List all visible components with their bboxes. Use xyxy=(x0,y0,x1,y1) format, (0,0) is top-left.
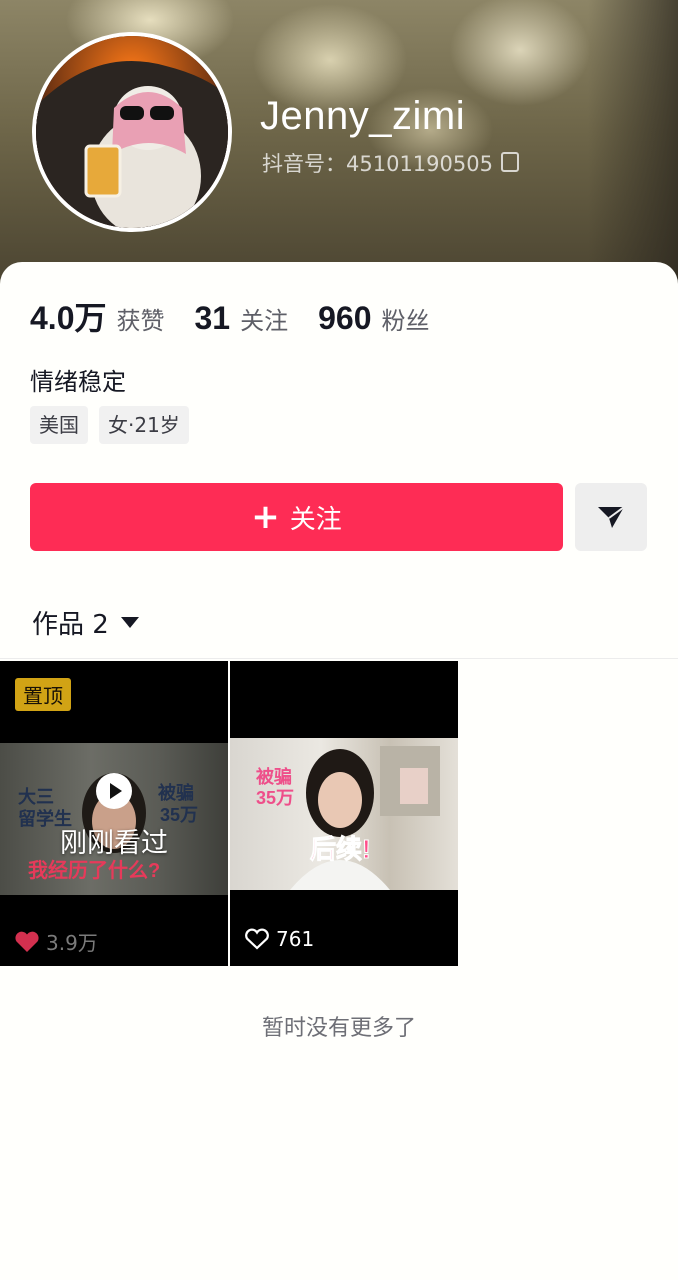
bio: 情绪稳定 xyxy=(30,368,126,396)
video-thumbnail: 被骗 35万 后续! xyxy=(230,738,458,890)
plus-icon: + xyxy=(251,497,280,537)
heart-outline-icon xyxy=(245,928,269,950)
thumbnail-art: 被骗 35万 后续! xyxy=(256,746,440,890)
works-grid: 大三 留学生 被骗 35万 我经历了什么? 置顶 刚刚看过 3.9万 被骗 35… xyxy=(0,661,458,966)
stat-following-label: 关注 xyxy=(240,307,289,335)
video-likes: 3.9万 xyxy=(14,927,98,956)
stats-row: 4.0万 获赞 31 关注 960 粉丝 xyxy=(30,293,459,339)
follow-label: 关注 xyxy=(289,504,342,535)
heart-filled-icon xyxy=(15,931,39,952)
message-button[interactable] xyxy=(575,483,647,551)
pinned-badge: 置顶 xyxy=(15,678,71,711)
thumbnail-art: 大三 留学生 被骗 35万 我经历了什么? xyxy=(18,773,198,882)
douyin-id[interactable]: 抖音号：45101190505 xyxy=(262,148,519,178)
banner-shade xyxy=(588,0,678,290)
stat-likes-count: 4.0万 xyxy=(30,300,107,336)
stat-following-count: 31 xyxy=(194,300,231,336)
stat-likes[interactable]: 4.0万 获赞 xyxy=(30,293,165,339)
copy-icon[interactable] xyxy=(500,152,519,172)
stat-followers[interactable]: 960 粉丝 xyxy=(318,300,429,337)
stat-likes-label: 获赞 xyxy=(116,307,165,335)
caret-down-icon xyxy=(120,617,139,628)
thumb-text: 我经历了什么? xyxy=(28,858,160,882)
stat-followers-label: 粉丝 xyxy=(381,307,430,335)
thumb-text: 35万 xyxy=(256,788,294,808)
tag-gender-age: 女·21岁 xyxy=(99,406,189,444)
tab-divider xyxy=(0,658,678,659)
video-card[interactable]: 被骗 35万 后续! 761 xyxy=(230,661,458,966)
thumb-text: 后续! xyxy=(310,834,371,864)
douyin-id-text: 抖音号：45101190505 xyxy=(262,152,493,176)
thumb-text: 被骗 xyxy=(158,782,194,803)
thumb-text: 被骗 xyxy=(256,766,292,787)
follow-button[interactable]: + 关注 xyxy=(30,483,563,551)
video-likes-count: 3.9万 xyxy=(46,931,98,955)
no-more-content: 暂时没有更多了 xyxy=(261,1016,416,1041)
video-thumbnail: 大三 留学生 被骗 35万 我经历了什么? xyxy=(0,743,228,895)
tab-works[interactable]: 作品 2 xyxy=(32,604,139,641)
video-card[interactable]: 大三 留学生 被骗 35万 我经历了什么? 置顶 刚刚看过 3.9万 xyxy=(0,661,228,966)
play-icon xyxy=(96,773,132,809)
avatar-image xyxy=(36,36,228,228)
tag-location: 美国 xyxy=(30,406,88,444)
stat-followers-count: 960 xyxy=(318,300,372,336)
thumb-text: 大三 xyxy=(18,786,54,807)
recently-viewed-label: 刚刚看过 xyxy=(60,828,168,859)
works-tab-label: 作品 2 xyxy=(32,610,109,640)
username: Jenny_zimi xyxy=(260,94,466,138)
avatar[interactable] xyxy=(32,32,232,232)
video-likes: 761 xyxy=(244,927,314,951)
video-likes-count: 761 xyxy=(276,927,315,951)
send-icon xyxy=(598,506,625,528)
stat-following[interactable]: 31 关注 xyxy=(195,300,289,337)
profile-tags: 美国 女·21岁 xyxy=(30,406,189,444)
